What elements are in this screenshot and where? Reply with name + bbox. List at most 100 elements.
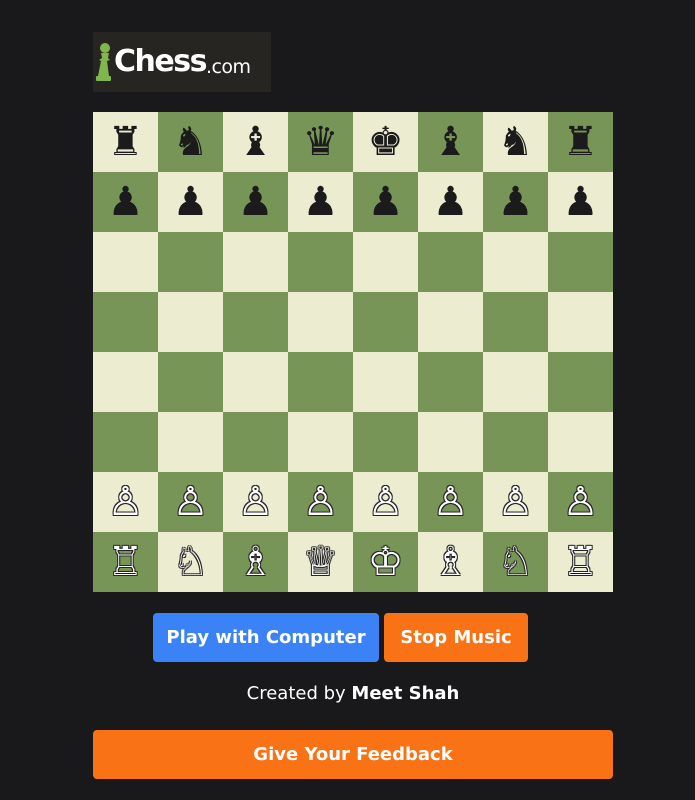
square-f7[interactable]: ♟ <box>418 172 483 232</box>
square-a4[interactable] <box>93 352 158 412</box>
stop-music-button[interactable]: Stop Music <box>384 613 528 662</box>
square-d5[interactable] <box>288 292 353 352</box>
square-g3[interactable] <box>483 412 548 472</box>
square-g1[interactable]: ♘ <box>483 532 548 592</box>
square-f3[interactable] <box>418 412 483 472</box>
square-f8[interactable]: ♝ <box>418 112 483 172</box>
square-a2[interactable]: ♙ <box>93 472 158 532</box>
chess-piece-icon[interactable]: ♛ <box>303 122 339 162</box>
square-b5[interactable] <box>158 292 223 352</box>
chess-piece-icon[interactable]: ♝ <box>238 122 274 162</box>
square-e4[interactable] <box>353 352 418 412</box>
square-f1[interactable]: ♗ <box>418 532 483 592</box>
square-a8[interactable]: ♜ <box>93 112 158 172</box>
square-g7[interactable]: ♟ <box>483 172 548 232</box>
chess-piece-icon[interactable]: ♙ <box>498 482 534 522</box>
chess-piece-icon[interactable]: ♜ <box>563 122 599 162</box>
chess-piece-icon[interactable]: ♟ <box>238 182 274 222</box>
chess-piece-icon[interactable]: ♞ <box>498 122 534 162</box>
square-h5[interactable] <box>548 292 613 352</box>
play-with-computer-button[interactable]: Play with Computer <box>153 613 379 662</box>
square-f5[interactable] <box>418 292 483 352</box>
chess-piece-icon[interactable]: ♟ <box>563 182 599 222</box>
square-g2[interactable]: ♙ <box>483 472 548 532</box>
square-b2[interactable]: ♙ <box>158 472 223 532</box>
chess-piece-icon[interactable]: ♘ <box>173 542 209 582</box>
square-a3[interactable] <box>93 412 158 472</box>
chess-piece-icon[interactable]: ♟ <box>108 182 144 222</box>
chess-piece-icon[interactable]: ♟ <box>498 182 534 222</box>
square-g4[interactable] <box>483 352 548 412</box>
square-d7[interactable]: ♟ <box>288 172 353 232</box>
chess-piece-icon[interactable]: ♟ <box>433 182 469 222</box>
chess-piece-icon[interactable]: ♙ <box>303 482 339 522</box>
square-b7[interactable]: ♟ <box>158 172 223 232</box>
chess-piece-icon[interactable]: ♙ <box>433 482 469 522</box>
square-h3[interactable] <box>548 412 613 472</box>
square-c5[interactable] <box>223 292 288 352</box>
square-e7[interactable]: ♟ <box>353 172 418 232</box>
chess-piece-icon[interactable]: ♕ <box>303 542 339 582</box>
square-c1[interactable]: ♗ <box>223 532 288 592</box>
chess-piece-icon[interactable]: ♟ <box>173 182 209 222</box>
square-h1[interactable]: ♖ <box>548 532 613 592</box>
square-f2[interactable]: ♙ <box>418 472 483 532</box>
chess-piece-icon[interactable]: ♟ <box>303 182 339 222</box>
square-c6[interactable] <box>223 232 288 292</box>
square-h2[interactable]: ♙ <box>548 472 613 532</box>
chess-piece-icon[interactable]: ♜ <box>108 122 144 162</box>
square-d3[interactable] <box>288 412 353 472</box>
square-d2[interactable]: ♙ <box>288 472 353 532</box>
chess-board[interactable]: ♜ ♞ ♝ ♛ ♚ ♝ ♞ ♜ ♟ ♟ ♟ ♟ ♟ ♟ ♟ ♟ ♙ ♙ ♙ ♙ ♙ ♙ ♙ ♙ ♖ ♘ ♗ ♕ ♔ ♗ ♘ ♖ <box>93 112 613 592</box>
square-b4[interactable] <box>158 352 223 412</box>
square-d4[interactable] <box>288 352 353 412</box>
chess-piece-icon[interactable]: ♙ <box>238 482 274 522</box>
square-g5[interactable] <box>483 292 548 352</box>
square-h4[interactable] <box>548 352 613 412</box>
chess-piece-icon[interactable]: ♟ <box>368 182 404 222</box>
square-d1[interactable]: ♕ <box>288 532 353 592</box>
chess-piece-icon[interactable]: ♗ <box>433 542 469 582</box>
square-c8[interactable]: ♝ <box>223 112 288 172</box>
square-a5[interactable] <box>93 292 158 352</box>
square-b8[interactable]: ♞ <box>158 112 223 172</box>
square-f4[interactable] <box>418 352 483 412</box>
square-h6[interactable] <box>548 232 613 292</box>
square-e8[interactable]: ♚ <box>353 112 418 172</box>
square-d6[interactable] <box>288 232 353 292</box>
chess-piece-icon[interactable]: ♙ <box>173 482 209 522</box>
square-e1[interactable]: ♔ <box>353 532 418 592</box>
square-b6[interactable] <box>158 232 223 292</box>
square-h8[interactable]: ♜ <box>548 112 613 172</box>
square-c4[interactable] <box>223 352 288 412</box>
square-a6[interactable] <box>93 232 158 292</box>
square-e2[interactable]: ♙ <box>353 472 418 532</box>
chess-piece-icon[interactable]: ♖ <box>563 542 599 582</box>
chess-piece-icon[interactable]: ♗ <box>238 542 274 582</box>
square-d8[interactable]: ♛ <box>288 112 353 172</box>
square-f6[interactable] <box>418 232 483 292</box>
square-e5[interactable] <box>353 292 418 352</box>
chess-piece-icon[interactable]: ♚ <box>368 122 404 162</box>
chess-piece-icon[interactable]: ♙ <box>368 482 404 522</box>
square-b1[interactable]: ♘ <box>158 532 223 592</box>
chess-piece-icon[interactable]: ♘ <box>498 542 534 582</box>
square-c3[interactable] <box>223 412 288 472</box>
square-e3[interactable] <box>353 412 418 472</box>
square-a7[interactable]: ♟ <box>93 172 158 232</box>
square-c2[interactable]: ♙ <box>223 472 288 532</box>
square-a1[interactable]: ♖ <box>93 532 158 592</box>
square-h7[interactable]: ♟ <box>548 172 613 232</box>
chess-piece-icon[interactable]: ♔ <box>368 542 404 582</box>
chess-piece-icon[interactable]: ♖ <box>108 542 144 582</box>
square-e6[interactable] <box>353 232 418 292</box>
chess-piece-icon[interactable]: ♞ <box>173 122 209 162</box>
chess-com-logo[interactable]: Chess .com <box>93 32 271 92</box>
square-c7[interactable]: ♟ <box>223 172 288 232</box>
square-g6[interactable] <box>483 232 548 292</box>
square-g8[interactable]: ♞ <box>483 112 548 172</box>
chess-piece-icon[interactable]: ♝ <box>433 122 469 162</box>
chess-piece-icon[interactable]: ♙ <box>563 482 599 522</box>
square-b3[interactable] <box>158 412 223 472</box>
chess-piece-icon[interactable]: ♙ <box>108 482 144 522</box>
